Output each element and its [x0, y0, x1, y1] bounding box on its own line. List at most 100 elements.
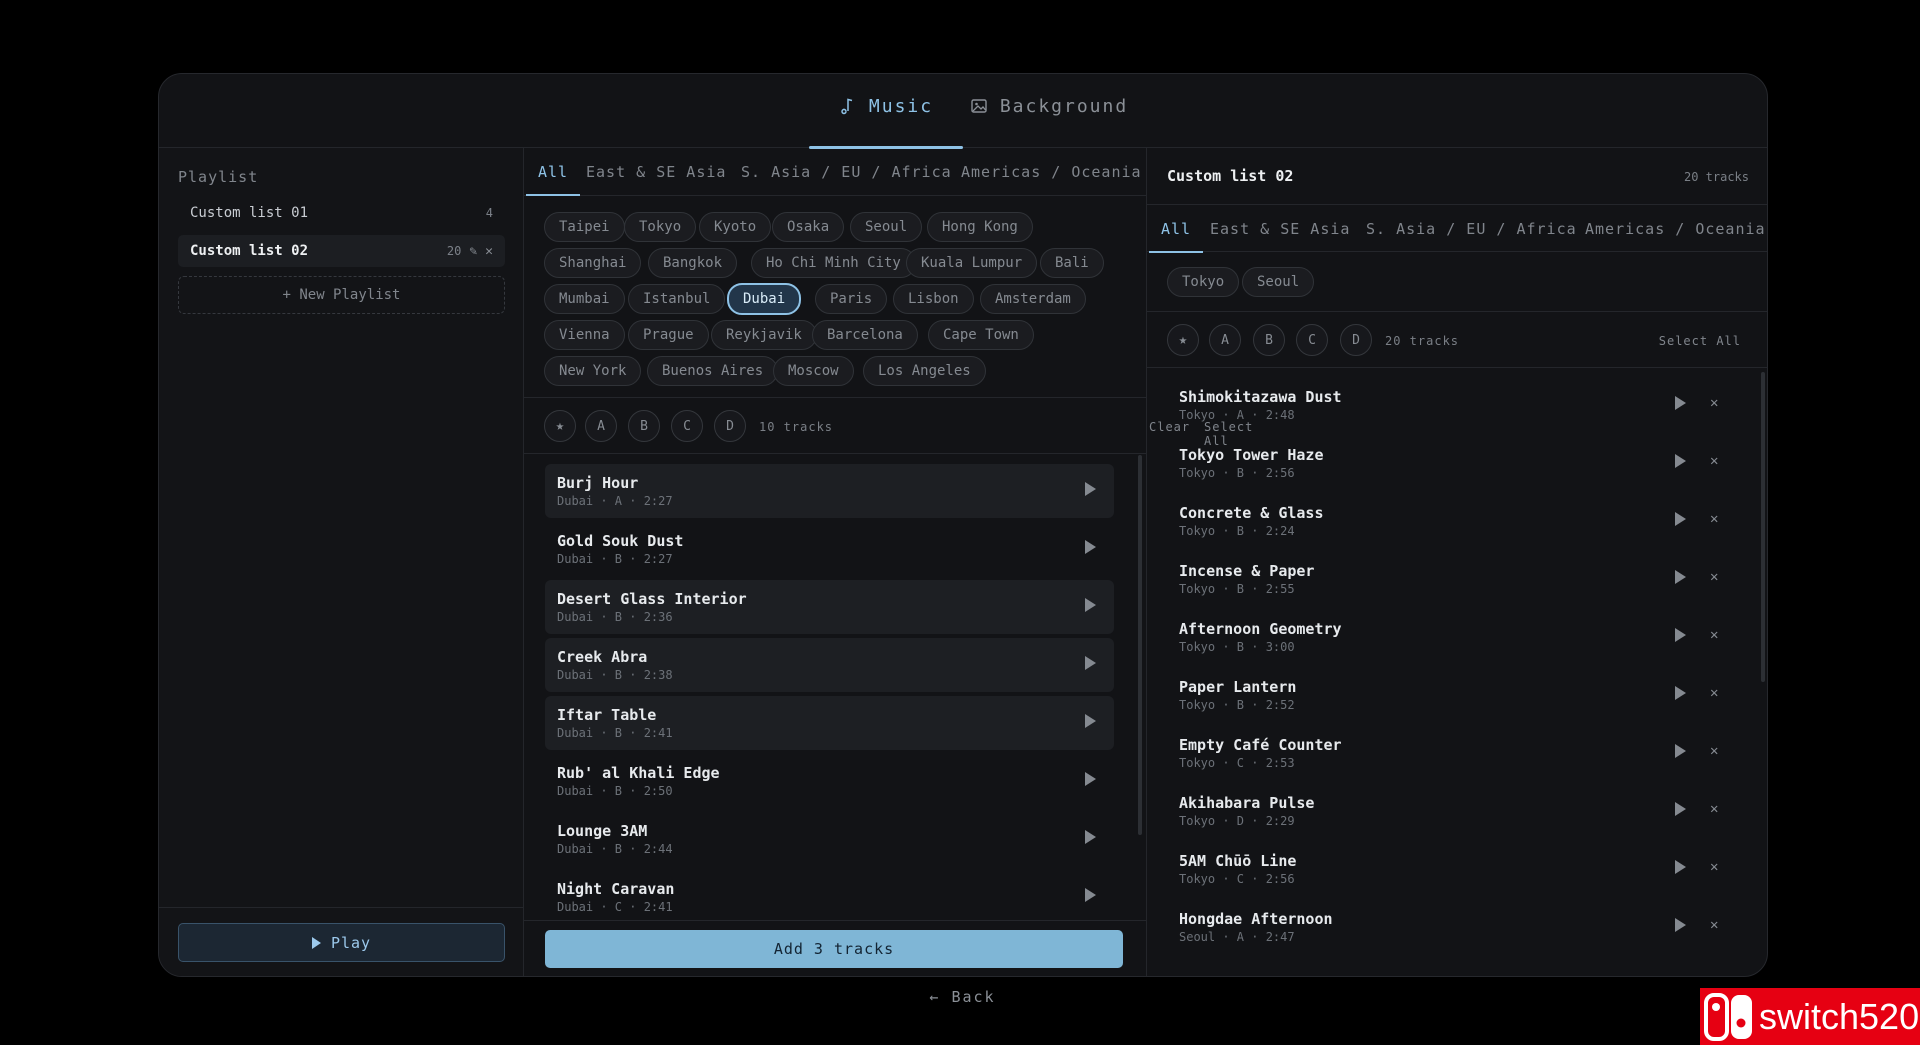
select-all-button[interactable]: Select All	[1659, 334, 1741, 348]
playlist-item-active[interactable]: Custom list 02 20 ✎ ✕	[178, 235, 505, 267]
play-track-icon[interactable]	[1085, 656, 1096, 670]
play-track-icon[interactable]	[1675, 686, 1686, 700]
remove-track-icon[interactable]: ✕	[1710, 801, 1718, 817]
city-chip[interactable]: Istanbul	[628, 284, 726, 314]
play-track-icon[interactable]	[1675, 802, 1686, 816]
new-playlist-button[interactable]: + New Playlist	[178, 276, 505, 314]
play-track-icon[interactable]	[1675, 454, 1686, 468]
playlist-track-row[interactable]: 5AM Chūō Line Tokyo · C · 2:56 ✕	[1167, 842, 1737, 896]
play-track-icon[interactable]	[1675, 918, 1686, 932]
playlist-track-row[interactable]: Paper Lantern Tokyo · B · 2:52 ✕	[1167, 668, 1737, 722]
play-track-icon[interactable]	[1085, 772, 1096, 786]
favorite-filter-button[interactable]: ★	[1167, 324, 1199, 356]
city-chip[interactable]: Prague	[628, 320, 709, 350]
city-chip[interactable]: Mumbai	[544, 284, 625, 314]
remove-track-icon[interactable]: ✕	[1710, 917, 1718, 933]
city-chip[interactable]: Vienna	[544, 320, 625, 350]
remove-track-icon[interactable]: ✕	[1710, 395, 1718, 411]
city-chip[interactable]: Tokyo	[624, 212, 697, 242]
playlist-track-row[interactable]: Empty Café Counter Tokyo · C · 2:53 ✕	[1167, 726, 1737, 780]
remove-track-icon[interactable]: ✕	[1710, 511, 1718, 527]
add-tracks-button[interactable]: Add 3 tracks	[545, 930, 1123, 968]
city-chip[interactable]: Tokyo	[1167, 267, 1240, 297]
region-tab-east-asia[interactable]: East & SE Asia	[586, 148, 726, 195]
playlist-track-row[interactable]: Tokyo Tower Haze Tokyo · B · 2:56 ✕	[1167, 436, 1737, 490]
region-tab-all[interactable]: All	[1148, 205, 1204, 253]
track-row[interactable]: Gold Souk Dust Dubai · B · 2:27	[545, 522, 1114, 576]
playlist-track-row[interactable]: Shimokitazawa Dust Tokyo · A · 2:48 ✕	[1167, 378, 1737, 432]
filter-a-button[interactable]: A	[585, 410, 617, 442]
back-link[interactable]: ← Back	[0, 988, 1920, 1006]
play-track-icon[interactable]	[1085, 482, 1096, 496]
region-tab-south-asia-eu-africa[interactable]: S. Asia / EU / Africa	[1366, 205, 1577, 252]
city-chip[interactable]: Cape Town	[928, 320, 1034, 350]
city-chip[interactable]: Amsterdam	[980, 284, 1086, 314]
city-chip[interactable]: Seoul	[1242, 267, 1315, 297]
remove-track-icon[interactable]: ✕	[1710, 627, 1718, 643]
city-chip[interactable]: Bali	[1040, 248, 1104, 278]
play-track-icon[interactable]	[1085, 598, 1096, 612]
track-row[interactable]: Night Caravan Dubai · C · 2:41	[545, 870, 1114, 920]
play-track-icon[interactable]	[1085, 540, 1096, 554]
city-chip[interactable]: Hong Kong	[927, 212, 1033, 242]
city-chip[interactable]: Lisbon	[893, 284, 974, 314]
region-tab-americas-oceania[interactable]: Americas / Oceania	[961, 148, 1142, 195]
city-chip[interactable]: Los Angeles	[863, 356, 986, 386]
city-chip[interactable]: Barcelona	[812, 320, 918, 350]
play-track-icon[interactable]	[1675, 860, 1686, 874]
play-track-icon[interactable]	[1675, 396, 1686, 410]
city-chip[interactable]: Taipei	[544, 212, 625, 242]
filter-b-button[interactable]: B	[628, 410, 660, 442]
city-chip[interactable]: Paris	[815, 284, 888, 314]
filter-d-button[interactable]: D	[1340, 324, 1372, 356]
city-chip[interactable]: New York	[544, 356, 642, 386]
play-track-icon[interactable]	[1675, 570, 1686, 584]
track-row[interactable]: Burj Hour Dubai · A · 2:27	[545, 464, 1114, 518]
region-tab-americas-oceania[interactable]: Americas / Oceania	[1585, 205, 1766, 252]
playlist-track-row[interactable]: Akihabara Pulse Tokyo · D · 2:29 ✕	[1167, 784, 1737, 838]
region-tab-east-asia[interactable]: East & SE Asia	[1210, 205, 1350, 252]
city-chip[interactable]: Bangkok	[648, 248, 738, 278]
remove-track-icon[interactable]: ✕	[1710, 743, 1718, 759]
remove-track-icon[interactable]: ✕	[1710, 859, 1718, 875]
city-chip[interactable]: Reykjavik	[711, 320, 817, 350]
tab-background[interactable]: Background	[969, 74, 1129, 138]
track-row[interactable]: Creek Abra Dubai · B · 2:38	[545, 638, 1114, 692]
play-button[interactable]: Play	[178, 923, 505, 962]
filter-a-button[interactable]: A	[1209, 324, 1241, 356]
city-chip[interactable]: Osaka	[772, 212, 845, 242]
city-chip[interactable]: Moscow	[773, 356, 854, 386]
region-tab-south-asia-eu-africa[interactable]: S. Asia / EU / Africa	[741, 148, 952, 195]
city-chip[interactable]: Kuala Lumpur	[906, 248, 1038, 278]
city-chip[interactable]: Shanghai	[544, 248, 642, 278]
remove-track-icon[interactable]: ✕	[1710, 685, 1718, 701]
city-chip[interactable]: Seoul	[850, 212, 923, 242]
playlist-item[interactable]: Custom list 01 4	[178, 197, 505, 229]
playlist-scrollbar[interactable]	[1761, 372, 1765, 682]
play-track-icon[interactable]	[1085, 888, 1096, 902]
track-list-scrollbar[interactable]	[1138, 455, 1142, 835]
track-row[interactable]: Rub' al Khali Edge Dubai · B · 2:50	[545, 754, 1114, 808]
remove-track-icon[interactable]: ✕	[1710, 453, 1718, 469]
play-track-icon[interactable]	[1675, 744, 1686, 758]
filter-c-button[interactable]: C	[671, 410, 703, 442]
play-track-icon[interactable]	[1675, 512, 1686, 526]
city-chip[interactable]: Kyoto	[699, 212, 772, 242]
play-track-icon[interactable]	[1085, 714, 1096, 728]
delete-x-icon[interactable]: ✕	[485, 244, 493, 259]
playlist-track-row[interactable]: Concrete & Glass Tokyo · B · 2:24 ✕	[1167, 494, 1737, 548]
play-track-icon[interactable]	[1675, 628, 1686, 642]
track-row[interactable]: Desert Glass Interior Dubai · B · 2:36	[545, 580, 1114, 634]
city-chip[interactable]: Ho Chi Minh City	[751, 248, 916, 278]
edit-pencil-icon[interactable]: ✎	[469, 244, 477, 259]
city-chip-selected[interactable]: Dubai	[727, 283, 802, 315]
filter-b-button[interactable]: B	[1253, 324, 1285, 356]
region-tab-all[interactable]: All	[525, 148, 581, 196]
track-row[interactable]: Lounge 3AM Dubai · B · 2:44	[545, 812, 1114, 866]
track-row[interactable]: Iftar Table Dubai · B · 2:41	[545, 696, 1114, 750]
playlist-track-row[interactable]: Afternoon Geometry Tokyo · B · 3:00 ✕	[1167, 610, 1737, 664]
filter-c-button[interactable]: C	[1296, 324, 1328, 356]
play-track-icon[interactable]	[1085, 830, 1096, 844]
playlist-track-row[interactable]: Hongdae Afternoon Seoul · A · 2:47 ✕	[1167, 900, 1737, 954]
playlist-track-row[interactable]: Incense & Paper Tokyo · B · 2:55 ✕	[1167, 552, 1737, 606]
